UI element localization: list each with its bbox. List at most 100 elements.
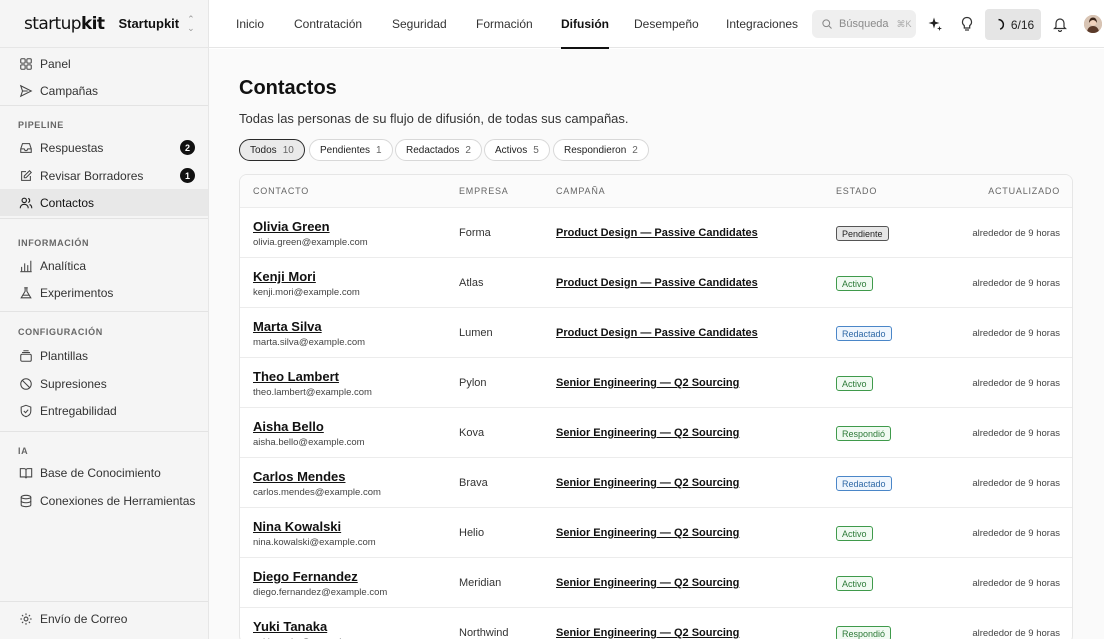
notifications-button[interactable] — [1050, 14, 1070, 34]
header-updated[interactable]: ACTUALIZADO — [988, 186, 1060, 196]
sidebar-item-label: Experimentos — [40, 285, 114, 300]
contact-name-link[interactable]: Olivia Green — [253, 219, 330, 234]
sidebar-item-campaigns[interactable]: Campañas — [0, 77, 208, 104]
filter-count: 5 — [533, 144, 539, 156]
contact-company: Lumen — [459, 327, 493, 339]
sidebar-item-panel[interactable]: Panel — [0, 50, 208, 77]
sidebar-item-analytics[interactable]: Analítica — [0, 252, 208, 279]
filter-pending[interactable]: Pendientes 1 — [309, 139, 393, 161]
header-company[interactable]: EMPRESA — [459, 186, 509, 196]
tab-seguridad[interactable]: Seguridad — [392, 0, 447, 48]
table-row[interactable]: Nina Kowalski nina.kowalski@example.com He… — [240, 508, 1072, 558]
campaign-link[interactable]: Product Design — Passive Candidates — [556, 327, 758, 339]
avatar[interactable] — [1084, 15, 1102, 33]
contact-company: Helio — [459, 527, 485, 539]
tab-contratacion[interactable]: Contratación — [294, 0, 362, 48]
campaign-link[interactable]: Senior Engineering — Q2 Sourcing — [556, 527, 739, 539]
header-campaign[interactable]: CAMPAÑA — [556, 186, 605, 196]
contact-name-link[interactable]: Marta Silva — [253, 319, 322, 334]
edit-icon — [21, 169, 32, 181]
filter-label: Redactados — [406, 144, 460, 156]
contacts-table: CONTACTO EMPRESA CAMPAÑA ESTADO ACTUALIZ… — [239, 174, 1073, 639]
sidebar-item-contacts[interactable]: Contactos — [0, 189, 208, 216]
table-row[interactable]: Kenji Mori kenji.mori@example.com Atlas Pro… — [240, 258, 1072, 308]
filter-replied[interactable]: Respondieron 2 — [553, 139, 649, 161]
search-input[interactable]: Búsqueda ⌘K — [812, 10, 916, 38]
bar-chart-icon — [20, 260, 32, 272]
gear-icon — [20, 612, 32, 625]
campaign-link[interactable]: Senior Engineering — Q2 Sourcing — [556, 377, 739, 389]
workspace-name[interactable]: Startupkit — [118, 16, 179, 31]
header-contact[interactable]: CONTACTO — [253, 186, 309, 196]
table-row[interactable]: Carlos Mendes carlos.mendes@example.com Br… — [240, 458, 1072, 508]
user-avatar-icon — [1084, 15, 1102, 33]
sidebar-item-replies[interactable]: Respuestas 2 — [0, 134, 208, 161]
table-row[interactable]: Olivia Green olivia.green@example.com Form… — [240, 208, 1072, 258]
inbox-icon — [20, 142, 32, 153]
contact-email: diego.fernandez@example.com — [253, 587, 388, 598]
sidebar-section-info: INFORMACIÓN — [18, 238, 90, 248]
table-row[interactable]: Theo Lambert theo.lambert@example.com Pylo… — [240, 358, 1072, 408]
sidebar-item-suppressions[interactable]: Supresiones — [0, 370, 208, 397]
campaign-link[interactable]: Senior Engineering — Q2 Sourcing — [556, 427, 739, 439]
campaign-link[interactable]: Product Design — Passive Candidates — [556, 227, 758, 239]
layers-icon — [20, 349, 32, 362]
table-row[interactable]: Diego Fernandez diego.fernandez@example.c… — [240, 558, 1072, 608]
tab-difusion[interactable]: Difusión — [561, 0, 609, 49]
contact-name-link[interactable]: Theo Lambert — [253, 369, 339, 384]
contact-name-link[interactable]: Nina Kowalski — [253, 519, 341, 534]
updated-time: alrededor de 9 horas — [972, 528, 1060, 539]
progress-label: 6/16 — [1010, 17, 1035, 32]
status-badge: Activo — [836, 576, 873, 591]
contact-name-link[interactable]: Yuki Tanaka — [253, 619, 327, 634]
main-content: Contactos Todas las personas de su flujo… — [209, 49, 1104, 639]
tab-inicio[interactable]: Inicio — [236, 0, 264, 48]
filter-count: 10 — [282, 144, 294, 156]
tab-formacion[interactable]: Formación — [476, 0, 533, 48]
sidebar-item-templates[interactable]: Plantillas — [0, 342, 208, 369]
campaign-link[interactable]: Product Design — Passive Candidates — [556, 277, 758, 289]
sidebar-item-knowledge-base[interactable]: Base de Conocimiento — [0, 459, 208, 486]
sparkles-icon — [928, 17, 942, 31]
sidebar-divider — [0, 105, 208, 106]
contact-name-link[interactable]: Aisha Bello — [253, 419, 324, 434]
sparkles-button[interactable] — [925, 14, 945, 34]
campaign-link[interactable]: Senior Engineering — Q2 Sourcing — [556, 627, 739, 639]
chevron-updown-icon[interactable]: ⌃ ⌄ — [187, 14, 195, 33]
contact-name-link[interactable]: Diego Fernandez — [253, 569, 358, 584]
filter-active[interactable]: Activos 5 — [484, 139, 550, 161]
sidebar-item-label: Contactos — [40, 195, 95, 210]
filter-drafted[interactable]: Redactados 2 — [395, 139, 482, 161]
sidebar-item-email-sending[interactable]: Envío de Correo — [0, 605, 208, 632]
status-badge: Activo — [836, 376, 873, 391]
status-badge: Respondió — [836, 626, 892, 639]
contact-name-link[interactable]: Kenji Mori — [253, 269, 316, 284]
table-row[interactable]: Marta Silva marta.silva@example.com Lumen P… — [240, 308, 1072, 358]
status-badge: Respondió — [836, 426, 892, 441]
sidebar-item-deliverability[interactable]: Entregabilidad — [0, 397, 208, 424]
app-logo[interactable]: startupkit — [24, 14, 105, 34]
filter-all[interactable]: Todos 10 — [239, 139, 305, 161]
sidebar-item-review-drafts[interactable]: Revisar Borradores 1 — [0, 162, 208, 189]
sidebar-item-label: Panel — [40, 56, 71, 71]
shield-check-icon — [20, 404, 32, 417]
contact-email: nina.kowalski@example.com — [253, 537, 376, 548]
contact-email: theo.lambert@example.com — [253, 387, 372, 398]
contact-name-link[interactable]: Carlos Mendes — [253, 469, 345, 484]
table-row[interactable]: Yuki Tanakayuki.tanaka@example.comNorthw… — [240, 608, 1072, 639]
sidebar-item-label: Revisar Borradores — [40, 168, 144, 183]
header-status[interactable]: ESTADO — [836, 186, 877, 196]
tab-desempeno[interactable]: Desempeño — [634, 0, 699, 48]
progress-indicator[interactable]: 6/16 — [985, 9, 1041, 40]
updated-time: alrededor de 9 horas — [972, 578, 1060, 589]
sidebar-section-ai: IA — [18, 446, 29, 456]
sidebar-item-experiments[interactable]: Experimentos — [0, 279, 208, 306]
tab-integraciones[interactable]: Integraciones — [726, 0, 798, 48]
table-row[interactable]: Aisha Bello aisha.bello@example.com Kova Se… — [240, 408, 1072, 458]
campaign-link[interactable]: Senior Engineering — Q2 Sourcing — [556, 477, 739, 489]
ideas-button[interactable] — [957, 14, 977, 34]
status-badge: Pendiente — [836, 226, 889, 241]
lightbulb-icon — [961, 16, 973, 31]
campaign-link[interactable]: Senior Engineering — Q2 Sourcing — [556, 577, 739, 589]
sidebar-item-tool-connections[interactable]: Conexiones de Herramientas — [0, 487, 208, 514]
